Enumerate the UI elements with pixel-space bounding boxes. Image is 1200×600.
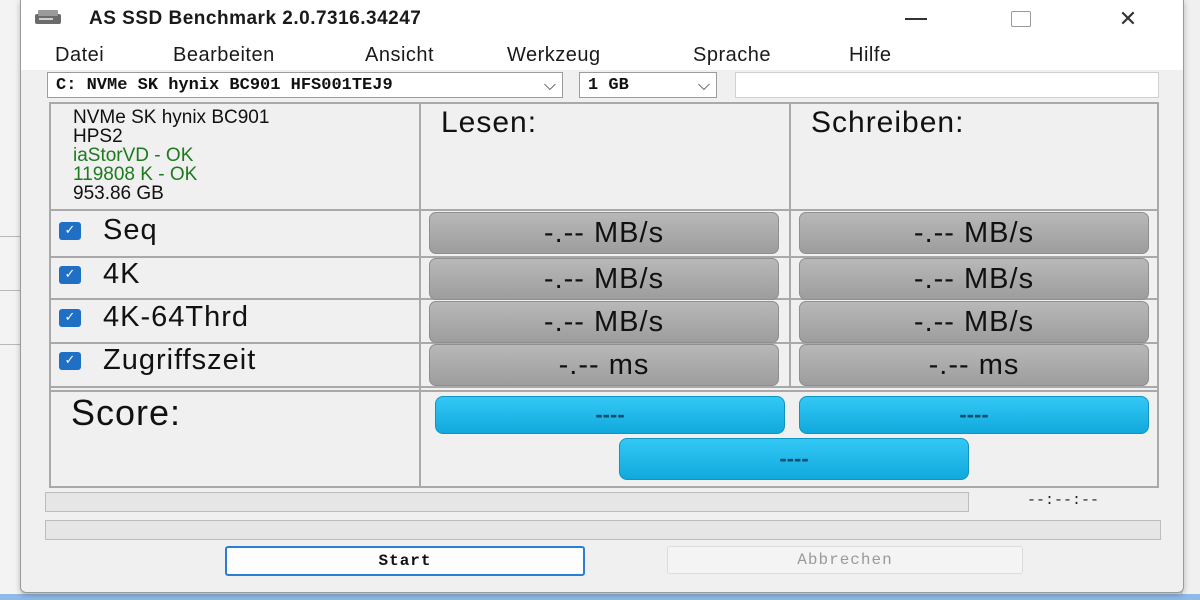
grid-line bbox=[49, 102, 51, 488]
background-window-left bbox=[0, 0, 22, 600]
app-window: AS SSD Benchmark 2.0.7316.34247 ✕ Datei … bbox=[20, 0, 1184, 593]
test-row-4k[interactable]: ✓ 4K bbox=[59, 258, 140, 291]
drive-firmware: HPS2 bbox=[73, 126, 123, 147]
menu-bar: Datei Bearbeiten Ansicht Werkzeug Sprach… bbox=[21, 38, 1183, 70]
drive-model: NVMe SK hynix BC901 bbox=[73, 107, 270, 128]
start-button[interactable]: Start bbox=[225, 546, 585, 576]
seq-read-result: -.-- MB/s bbox=[429, 212, 779, 254]
score-label: Score: bbox=[71, 392, 182, 433]
status-field bbox=[735, 72, 1159, 98]
grid-line bbox=[49, 102, 1159, 104]
4k64-read-result: -.-- MB/s bbox=[429, 301, 779, 343]
menu-sprache[interactable]: Sprache bbox=[693, 44, 771, 67]
alignment-status: 119808 K - OK bbox=[73, 164, 198, 185]
menu-werkzeug[interactable]: Werkzeug bbox=[507, 44, 601, 67]
grid-line bbox=[49, 486, 1159, 488]
grid-line bbox=[1157, 102, 1159, 488]
test-label: Zugriffszeit bbox=[103, 344, 257, 376]
grid-line bbox=[789, 102, 791, 388]
chevron-down-icon: ⌵ bbox=[543, 75, 557, 94]
4k-read-result: -.-- MB/s bbox=[429, 258, 779, 300]
grid-line bbox=[49, 386, 1159, 388]
test-label: 4K-64Thrd bbox=[103, 301, 250, 333]
close-icon: ✕ bbox=[1118, 6, 1138, 32]
checkbox-checked-icon[interactable]: ✓ bbox=[59, 351, 81, 370]
abort-button[interactable]: Abbrechen bbox=[667, 546, 1023, 574]
read-score: ---- bbox=[435, 396, 785, 434]
access-read-result: -.-- ms bbox=[429, 344, 779, 386]
grid-line bbox=[49, 390, 1159, 392]
seq-write-result: -.-- MB/s bbox=[799, 212, 1149, 254]
size-select-value: 1 GB bbox=[588, 75, 629, 95]
menu-ansicht[interactable]: Ansicht bbox=[365, 44, 434, 67]
elapsed-timer: --:--:-- bbox=[1027, 492, 1100, 509]
total-score: ---- bbox=[619, 438, 969, 480]
driver-status: iaStorVD - OK bbox=[73, 145, 194, 166]
grid-line bbox=[419, 102, 421, 488]
taskbar-strip bbox=[0, 594, 1200, 600]
title-bar[interactable]: AS SSD Benchmark 2.0.7316.34247 ✕ bbox=[21, 0, 1183, 38]
minimize-icon bbox=[905, 18, 927, 20]
4k64-write-result: -.-- MB/s bbox=[799, 301, 1149, 343]
drive-capacity: 953.86 GB bbox=[73, 183, 164, 204]
menu-bearbeiten[interactable]: Bearbeiten bbox=[173, 44, 275, 67]
drive-select[interactable]: C: NVMe SK hynix BC901 HFS001TEJ9 ⌵ bbox=[47, 72, 563, 98]
test-row-4k-64thrd[interactable]: ✓ 4K-64Thrd bbox=[59, 301, 249, 334]
write-column-header: Schreiben: bbox=[811, 106, 965, 139]
test-row-access-time[interactable]: ✓ Zugriffszeit bbox=[59, 344, 256, 377]
close-button[interactable]: ✕ bbox=[1093, 0, 1163, 38]
chevron-down-icon: ⌵ bbox=[697, 75, 711, 94]
test-label: 4K bbox=[103, 258, 141, 290]
total-progress-bar bbox=[45, 520, 1161, 540]
drive-info: NVMe SK hynix BC901 HPS2 iaStorVD - OK 1… bbox=[73, 108, 269, 203]
grid-line bbox=[49, 209, 1159, 211]
test-label: Seq bbox=[103, 214, 158, 246]
checkbox-checked-icon[interactable]: ✓ bbox=[59, 265, 81, 284]
read-column-header: Lesen: bbox=[441, 106, 538, 139]
drive-icon bbox=[35, 10, 61, 24]
checkbox-checked-icon[interactable]: ✓ bbox=[59, 308, 81, 327]
menu-hilfe[interactable]: Hilfe bbox=[849, 44, 892, 67]
test-row-seq[interactable]: ✓ Seq bbox=[59, 214, 158, 247]
window-title: AS SSD Benchmark 2.0.7316.34247 bbox=[89, 8, 422, 29]
minimize-button[interactable] bbox=[881, 0, 951, 38]
progress-bar bbox=[45, 492, 969, 512]
access-write-result: -.-- ms bbox=[799, 344, 1149, 386]
4k-write-result: -.-- MB/s bbox=[799, 258, 1149, 300]
maximize-icon bbox=[1011, 11, 1031, 27]
size-select[interactable]: 1 GB ⌵ bbox=[579, 72, 717, 98]
menu-datei[interactable]: Datei bbox=[55, 44, 104, 67]
checkbox-checked-icon[interactable]: ✓ bbox=[59, 221, 81, 240]
drive-select-value: C: NVMe SK hynix BC901 HFS001TEJ9 bbox=[56, 75, 393, 95]
write-score: ---- bbox=[799, 396, 1149, 434]
maximize-button[interactable] bbox=[986, 0, 1056, 38]
